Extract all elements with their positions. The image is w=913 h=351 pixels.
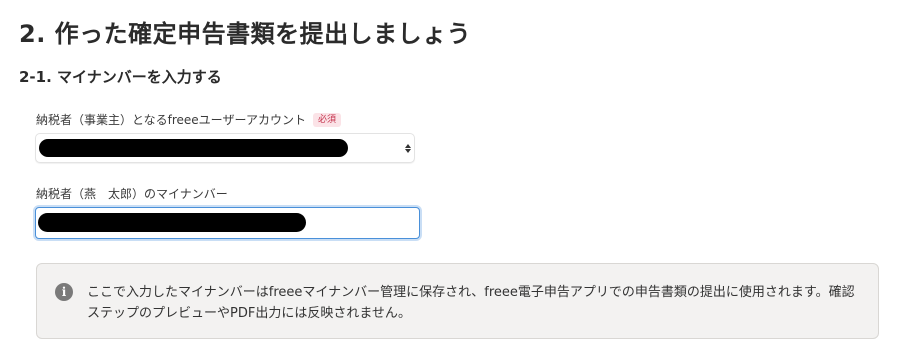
info-text: ここで入力したマイナンバーはfreeeマイナンバー管理に保存され、freee電子…	[87, 285, 855, 321]
info-box: i ここで入力したマイナンバーはfreeeマイナンバー管理に保存され、freee…	[36, 263, 879, 339]
info-icon: i	[55, 283, 73, 301]
mynumber-field-label: 納税者（燕 太郎）のマイナンバー	[36, 185, 228, 202]
section-heading: 2-1. マイナンバーを入力する	[19, 68, 222, 86]
account-select[interactable]	[35, 133, 415, 163]
account-field-label: 納税者（事業主）となるfreeeユーザーアカウント 必須	[36, 111, 341, 128]
redacted-account-value	[39, 139, 348, 157]
required-badge: 必須	[312, 112, 341, 127]
mynumber-input[interactable]	[35, 207, 420, 239]
mynumber-field-label-text: 納税者（燕 太郎）のマイナンバー	[36, 187, 228, 201]
account-field-label-text: 納税者（事業主）となるfreeeユーザーアカウント	[36, 113, 306, 127]
redacted-mynumber-value	[38, 213, 306, 232]
page-title: 2. 作った確定申告書類を提出しましょう	[19, 20, 472, 48]
select-arrows-icon	[405, 141, 411, 155]
